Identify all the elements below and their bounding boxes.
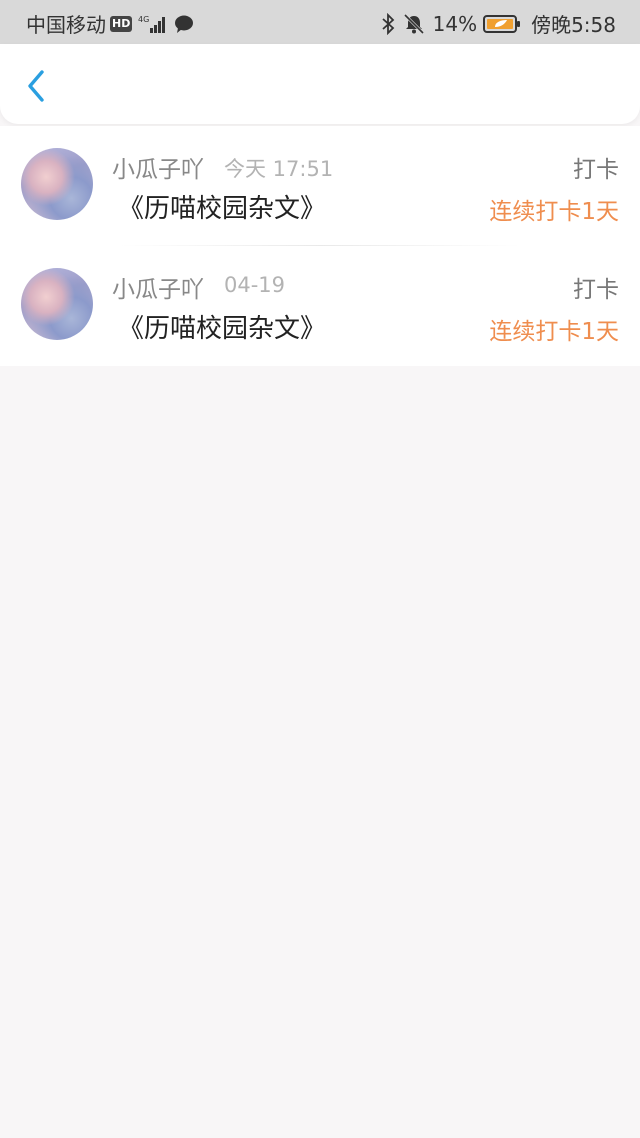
username[interactable]: 小瓜子吖 <box>112 150 204 184</box>
post-title[interactable]: 《历喵校园杂文》 <box>118 308 326 345</box>
chevron-left-icon <box>28 70 44 102</box>
battery-percent: 14% <box>432 11 478 36</box>
network-type: 4G <box>138 15 149 24</box>
hd-badge: HD <box>110 15 133 32</box>
avatar[interactable] <box>21 148 93 220</box>
post-title[interactable]: 《历喵校园杂文》 <box>118 188 326 225</box>
list-item[interactable]: 小瓜子吖 04-19 打卡 《历喵校园杂文》 连续打卡1天 <box>0 246 640 366</box>
post-time: 今天 17:51 <box>224 157 334 181</box>
bluetooth-icon <box>381 12 395 35</box>
checkin-list: 小瓜子吖 今天 17:51 打卡 《历喵校园杂文》 连续打卡1天 小瓜子吖 04… <box>0 126 640 366</box>
list-item[interactable]: 小瓜子吖 今天 17:51 打卡 《历喵校园杂文》 连续打卡1天 <box>0 126 640 246</box>
action-label: 打卡 <box>573 277 619 303</box>
streak-label: 连续打卡1天 <box>489 199 619 225</box>
message-icon <box>174 14 194 34</box>
streak-label: 连续打卡1天 <box>489 319 619 345</box>
username[interactable]: 小瓜子吖 <box>112 270 204 304</box>
back-button[interactable] <box>18 68 54 104</box>
battery-icon <box>483 14 521 34</box>
signal-icon: 4G <box>138 14 168 34</box>
clock: 傍晚5:58 <box>531 13 616 37</box>
nav-bar <box>0 44 640 124</box>
avatar[interactable] <box>21 268 93 340</box>
status-bar-left: 中国移动 HD 4G <box>26 9 194 38</box>
post-time: 04-19 <box>224 273 286 297</box>
status-bar: 中国移动 HD 4G 14% 傍晚5:58 <box>0 0 640 44</box>
carrier-name: 中国移动 <box>26 13 106 37</box>
status-bar-right: 14% 傍晚5:58 <box>381 9 616 38</box>
bell-muted-icon <box>403 13 425 35</box>
action-label: 打卡 <box>573 157 619 183</box>
